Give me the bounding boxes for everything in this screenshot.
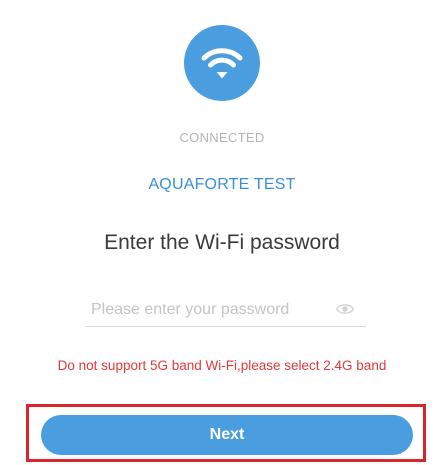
next-button[interactable]: Next — [41, 415, 413, 455]
eye-icon[interactable] — [335, 301, 355, 317]
password-input[interactable] — [91, 296, 331, 324]
network-name: AQUAFORTE TEST — [148, 176, 296, 193]
page-title: Enter the Wi-Fi password — [104, 231, 340, 254]
band-warning: Do not support 5G band Wi-Fi,please sele… — [57, 358, 387, 373]
wifi-password-screen: CONNECTED AQUAFORTE TEST Enter the Wi-Fi… — [0, 0, 444, 465]
connection-status: CONNECTED — [179, 130, 265, 145]
password-field — [86, 296, 366, 327]
wifi-icon — [184, 25, 260, 101]
